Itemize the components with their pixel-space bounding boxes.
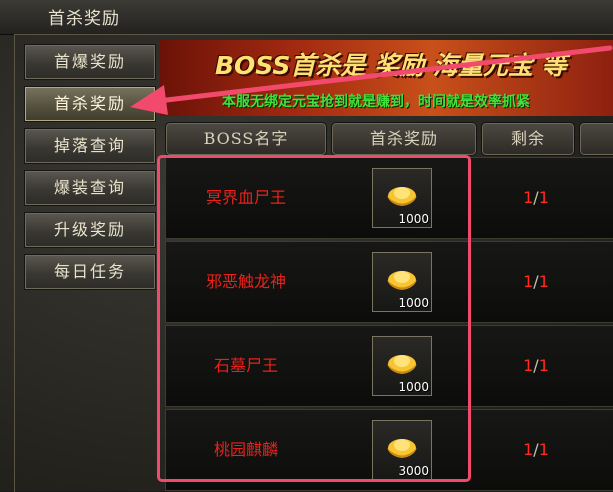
- sidebar-item-level-reward[interactable]: 升级奖励: [24, 212, 156, 248]
- column-header-boss-name: BOSS名字: [165, 122, 327, 156]
- remaining-count: 1/1: [523, 188, 549, 207]
- remaining-count: 1/1: [523, 440, 549, 459]
- window-title: 首杀奖励: [48, 9, 120, 29]
- column-header-remaining: 剩余: [481, 122, 575, 156]
- arrow-pointer-icon: [130, 45, 613, 115]
- sidebar-item-equipment-query[interactable]: 爆装查询: [24, 170, 156, 206]
- remaining-count: 1/1: [523, 272, 549, 291]
- first-kill-reward-window: 首杀奖励 首爆奖励 首杀奖励 掉落查询 爆装查询 升级奖励 每日任务 BOSS首…: [0, 0, 613, 492]
- column-header-extra: [579, 122, 613, 156]
- highlight-box: [157, 155, 471, 482]
- sidebar-item-drop-query[interactable]: 掉落查询: [24, 128, 156, 164]
- remaining-count: 1/1: [523, 356, 549, 375]
- title-bar: 首杀奖励: [0, 0, 613, 35]
- column-header-first-kill-reward: 首杀奖励: [331, 122, 477, 156]
- sidebar-item-daily-task[interactable]: 每日任务: [24, 254, 156, 290]
